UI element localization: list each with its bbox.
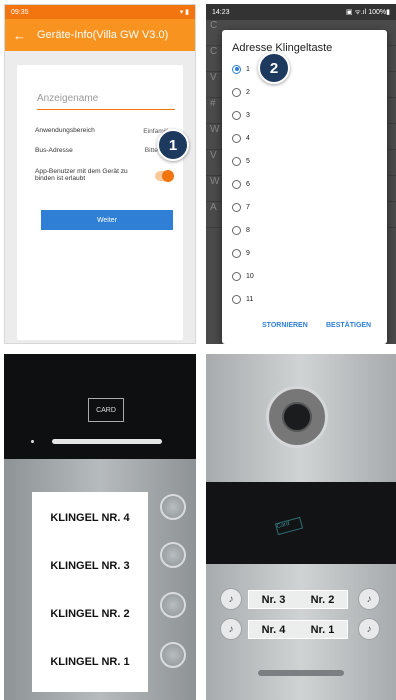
step-badge-2: 2	[258, 52, 290, 84]
back-arrow-icon[interactable]: ←	[13, 28, 37, 43]
application-area-row[interactable]: Anwendungsbereich Einfamilie ▾	[35, 127, 177, 135]
address-option-6[interactable]: 6	[232, 177, 250, 191]
option-label: 11	[246, 295, 254, 303]
radio-icon[interactable]	[232, 110, 241, 120]
rfid-card-icon: Card	[274, 516, 304, 536]
plate-label: Nr. 2	[310, 593, 335, 606]
address-option-2[interactable]: 2	[232, 85, 250, 99]
card-reader-label: CARD	[88, 398, 124, 422]
radio-icon[interactable]	[232, 271, 241, 281]
bell-button-1	[160, 642, 186, 668]
address-option-3[interactable]: 3	[232, 108, 250, 122]
camera-icon	[266, 386, 328, 448]
address-option-11[interactable]: 11	[232, 292, 253, 306]
device-info-screen: 09:35 ▾ ▮ ← Geräte-Info(Villa GW V3.0) A…	[4, 4, 196, 344]
speaker-slot	[258, 670, 344, 676]
status-bar: 14:23 ▣ ᯤ.ıl 100%▮	[206, 4, 396, 20]
option-label: 6	[246, 180, 250, 188]
radio-icon[interactable]	[232, 87, 241, 97]
address-option-9[interactable]: 9	[232, 246, 250, 260]
radio-icon[interactable]	[232, 294, 241, 304]
page-title: Geräte-Info(Villa GW V3.0)	[37, 29, 169, 41]
address-option-1[interactable]: 1	[232, 62, 250, 76]
bus-address-label: Bus-Adresse	[35, 147, 73, 154]
cancel-button[interactable]: STORNIEREN	[262, 322, 308, 329]
option-label: 2	[246, 88, 250, 96]
address-option-5[interactable]: 5	[232, 154, 250, 168]
bell-label-2: KLINGEL NR. 2	[50, 608, 130, 620]
step-badge-1: 1	[157, 129, 189, 161]
status-icons: ▣ ᯤ.ıl 100%▮	[345, 8, 390, 16]
bell-label-4: KLINGEL NR. 4	[50, 512, 130, 524]
status-time: 14:23	[212, 8, 230, 16]
panel-top-section: CARD	[4, 354, 196, 459]
option-label: 10	[246, 272, 254, 280]
address-dialog: Adresse Klingeltaste 1 2 3 4 5 6 7 8 9 1…	[222, 30, 387, 344]
camera-door-station-photo: Card ♪ Nr. 3 Nr. 2 ♪ ♪ Nr. 4 Nr. 1 ♪	[206, 354, 396, 700]
bell-icon: ♪	[358, 618, 380, 640]
option-label: 7	[246, 203, 250, 211]
bus-address-row[interactable]: Bus-Adresse Bitte wähle	[35, 147, 177, 154]
plate-label: Nr. 4	[261, 623, 286, 636]
bell-label-1: KLINGEL NR. 1	[50, 656, 130, 668]
bell-icon: ♪	[220, 588, 242, 610]
continue-button[interactable]: Weiter	[41, 210, 173, 230]
name-plate-row-2: Nr. 4 Nr. 1	[248, 620, 348, 639]
bell-button-2	[160, 592, 186, 618]
status-icons: ▾ ▮	[179, 9, 189, 16]
address-option-7[interactable]: 7	[232, 200, 250, 214]
led-strip	[52, 439, 162, 444]
option-label: 1	[246, 65, 250, 73]
option-label: 9	[246, 249, 250, 257]
radio-icon[interactable]	[232, 156, 241, 166]
radio-icon[interactable]	[232, 179, 241, 189]
dialog-title: Adresse Klingeltaste	[232, 42, 333, 54]
bell-button-3	[160, 542, 186, 568]
option-label: 5	[246, 157, 250, 165]
address-option-4[interactable]: 4	[232, 131, 250, 145]
status-time: 09:35	[11, 8, 29, 16]
radio-icon[interactable]	[232, 248, 241, 258]
plate-label: Nr. 3	[261, 593, 286, 606]
bell-button-4	[160, 494, 186, 520]
app-user-toggle[interactable]	[155, 170, 174, 182]
radio-icon[interactable]	[232, 225, 241, 235]
app-user-bind-label: App-Benutzer mit dem Gerät zu binden ist…	[35, 168, 128, 182]
bell-label-3: KLINGEL NR. 3	[50, 560, 130, 572]
radio-icon[interactable]	[232, 202, 241, 212]
indicator-dot	[31, 440, 34, 443]
doorbell-panel-photo: CARD KLINGEL NR. 4 KLINGEL NR. 3 KLINGEL…	[4, 354, 196, 700]
option-label: 3	[246, 111, 250, 119]
address-option-8[interactable]: 8	[232, 223, 250, 237]
address-option-10[interactable]: 10	[232, 269, 254, 283]
confirm-button[interactable]: BESTÄTIGEN	[326, 322, 371, 329]
form-card: Anzeigename Anwendungsbereich Einfamilie…	[17, 65, 183, 340]
option-label: 8	[246, 226, 250, 234]
bell-icon: ♪	[358, 588, 380, 610]
app-bar: ← Geräte-Info(Villa GW V3.0)	[5, 19, 195, 51]
bell-icon: ♪	[220, 618, 242, 640]
bell-address-screen: 14:23 ▣ ᯤ.ıl 100%▮ C C V # W V W A Adres…	[206, 4, 396, 344]
application-area-label: Anwendungsbereich	[35, 127, 95, 134]
radio-selected-icon[interactable]	[232, 64, 241, 74]
radio-icon[interactable]	[232, 133, 241, 143]
name-label-box: KLINGEL NR. 4 KLINGEL NR. 3 KLINGEL NR. …	[32, 492, 148, 692]
name-plate-row-1: Nr. 3 Nr. 2	[248, 590, 348, 609]
card-reader-area: Card	[206, 482, 396, 564]
option-label: 4	[246, 134, 250, 142]
status-bar: 09:35 ▾ ▮	[5, 5, 195, 19]
display-name-input[interactable]: Anzeigename	[37, 93, 175, 110]
plate-label: Nr. 1	[310, 623, 335, 636]
